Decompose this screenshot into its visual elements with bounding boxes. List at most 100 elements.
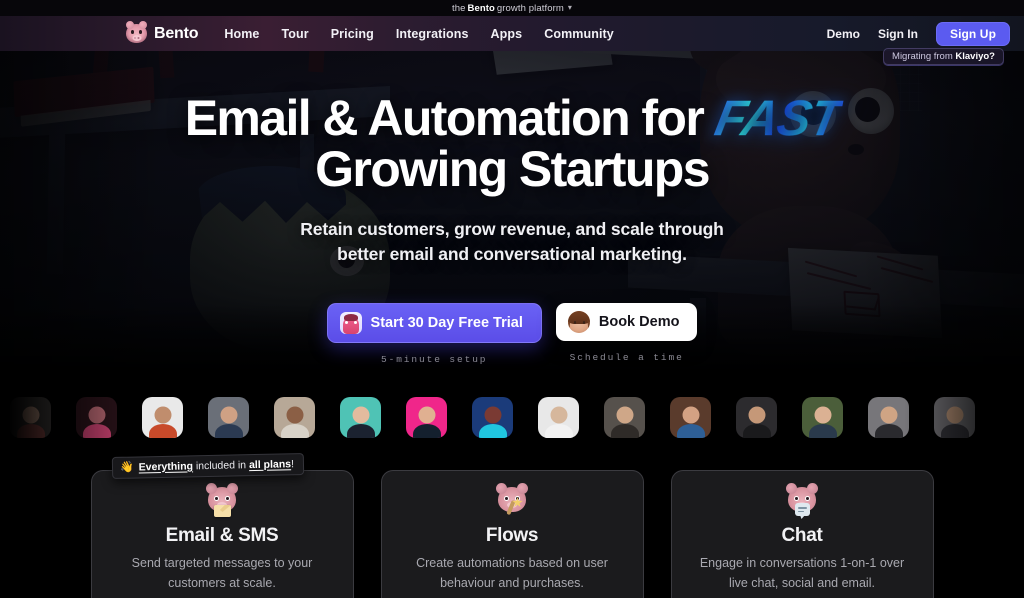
book-demo-label: Book Demo [598,314,680,330]
customer-avatar-12 [736,396,777,438]
avatar-body [16,423,45,438]
woman-avatar-icon [567,311,590,333]
customer-avatar-5 [274,396,315,438]
waving-hand-icon: 👋 [119,461,134,474]
plans-badge-strong-2: all plans [248,457,292,471]
avatar-face [880,406,897,424]
announcement-bar[interactable]: the Bento growth platform ▾ [0,0,1024,16]
avatar-body [214,423,243,438]
feature-desc-line-2: live chat, social and email. [729,576,875,590]
nav-item-home[interactable]: Home [224,27,259,41]
customer-avatar-6 [340,396,381,438]
avatar-body [940,423,969,438]
avatar-face [220,406,237,424]
avatar-face [616,406,633,424]
book-demo-button[interactable]: Book Demo [555,303,698,341]
feature-desc-line-1: Engage in conversations 1-on-1 over [699,556,905,570]
secondary-cta-group: Book Demo Schedule a time [555,303,698,363]
avatar-face [682,406,699,424]
customer-avatar-15 [934,396,975,438]
customer-avatar-4 [208,396,249,438]
plans-badge-suffix: ! [290,457,295,470]
feature-desc-line-2: behaviour and purchases. [440,576,584,590]
customer-avatar-3 [142,396,183,438]
avatar-face [154,406,171,424]
start-free-trial-label: Start 30 Day Free Trial [370,315,523,331]
feature-card-title: Email & SMS [165,525,279,546]
avatar-face [286,406,303,424]
announcement-brand: Bento [467,2,495,14]
avatar-body [610,423,639,438]
avatar-body [82,423,111,438]
bear-with-chat-bubble-icon [784,483,820,518]
feature-card-email-sms[interactable]: Email & SMS Send targeted messages to yo… [90,470,354,598]
avatar-face [748,406,765,424]
start-free-trial-button[interactable]: Start 30 Day Free Trial [326,303,542,343]
customer-avatar-8 [472,396,513,438]
customer-avatar-strip [0,384,1024,450]
hero-cta-row: Start 30 Day Free Trial 5-minute setup B… [326,303,698,365]
nav-item-integrations[interactable]: Integrations [396,27,469,41]
avatar-body [544,423,573,438]
feature-card-title: Chat [781,525,823,546]
avatar-face [484,406,501,424]
feature-desc-line-1: Create automations based on user [416,556,608,570]
nav-item-apps[interactable]: Apps [491,27,523,41]
plans-badge-text: Everything included in all plans! [139,458,294,473]
nav-item-community[interactable]: Community [544,27,614,41]
primary-cta-group: Start 30 Day Free Trial 5-minute setup [326,303,542,365]
avatar-body [478,423,507,438]
nav-item-sign-in[interactable]: Sign In [878,27,918,41]
nav-item-tour[interactable]: Tour [281,27,308,41]
subhead-line-1: Retain customers, grow revenue, and scal… [300,219,724,239]
avatar-face [22,406,39,424]
hero-subheadline: Retain customers, grow revenue, and scal… [300,217,724,267]
headline-part-1: Email & Automation for [184,90,705,146]
customer-avatar-10 [604,396,645,438]
pink-monster-avatar-icon [339,312,362,334]
avatar-body [742,423,771,438]
customer-avatar-9 [538,396,579,438]
nav-item-pricing[interactable]: Pricing [331,27,374,41]
feature-card-description: Create automations based on user behavio… [407,553,617,593]
customer-avatar-1 [10,396,51,438]
page-title: Email & Automation for FAST Growing Star… [184,90,845,197]
feature-desc-line-1: Send targeted messages to your [131,556,313,570]
avatar-body [874,423,903,438]
avatar-body [346,423,375,438]
logo[interactable]: Bento [126,21,199,43]
migrating-from-badge[interactable]: Migrating from Klaviyo? [883,48,1004,65]
chevron-down-icon[interactable]: ▾ [568,3,572,12]
customer-avatar-13 [802,396,843,438]
avatar-face [352,406,369,424]
plans-badge-middle: included in [192,458,250,472]
avatar-body [280,423,309,438]
bear-with-envelope-icon [204,483,240,518]
hero-section: Email & Automation for FAST Growing Star… [0,16,1024,384]
migrating-prefix: Migrating from [892,51,953,62]
customer-avatar-2 [76,396,117,438]
feature-card-chat[interactable]: Chat Engage in conversations 1-on-1 over… [670,470,934,598]
feature-desc-line-2: customers at scale. [168,576,276,590]
bear-with-magic-wand-icon [494,483,530,518]
customer-avatar-11 [670,396,711,438]
secondary-cta-note: Schedule a time [569,352,684,363]
avatar-face [946,406,963,424]
feature-card-flows[interactable]: Flows Create automations based on user b… [380,470,644,598]
avatar-face [88,406,105,424]
subhead-line-2: better email and conversational marketin… [337,244,687,264]
hero-content: Email & Automation for FAST Growing Star… [0,16,1024,384]
avatar-face [814,406,831,424]
sign-up-button[interactable]: Sign Up [935,21,1010,46]
primary-cta-note: 5-minute setup [381,354,488,365]
feature-card-description: Send targeted messages to your customers… [117,553,327,593]
avatar-body [148,423,177,438]
plans-badge-strong-1: Everything [138,459,194,473]
nav-item-demo[interactable]: Demo [827,27,860,41]
avatar-body [808,423,837,438]
main-navigation: Bento Home Tour Pricing Integrations App… [0,16,1024,51]
avatar-body [412,423,441,438]
bento-pig-logo-icon [126,21,147,43]
headline-part-2: Growing Startups [315,141,710,197]
customer-avatar-7 [406,396,447,438]
